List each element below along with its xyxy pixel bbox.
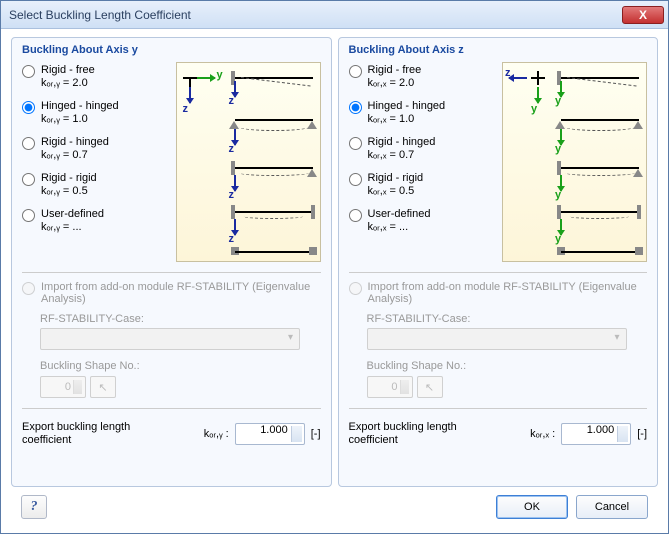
export-label: Export buckling length coefficient — [22, 421, 152, 447]
pick-icon: ↖ — [98, 381, 107, 394]
options-row-z: Rigid - freekₒᵣ,ₓ = 2.0 Hinged - hingedk… — [349, 62, 648, 262]
options-row-y: Rigid - freekₒᵣ,ᵧ = 2.0 Hinged - hingedk… — [22, 62, 321, 262]
shape-row-y: 0 ↖ — [40, 376, 321, 398]
dialog-footer: ? OK Cancel — [11, 487, 658, 527]
export-coef-input-z[interactable]: 1.000 — [561, 423, 631, 445]
diagram-z: z y y y — [502, 62, 647, 262]
dialog-window: Select Buckling Length Coefficient X Buc… — [0, 0, 669, 534]
panel-axis-y: Buckling About Axis y Rigid - freekₒᵣ,ᵧ … — [11, 37, 332, 487]
unit-label: [-] — [311, 428, 321, 440]
section-icon — [531, 77, 545, 79]
buckling-shape-stepper: 0 — [40, 376, 86, 398]
help-button[interactable]: ? — [21, 495, 47, 519]
help-icon: ? — [31, 499, 38, 515]
radio-y-user-defined[interactable]: User-definedkₒᵣ,ᵧ = ... — [22, 208, 170, 234]
export-row-y: Export buckling length coefficient kₒᵣ,ᵧ… — [22, 421, 321, 447]
axis-y-label: y — [531, 103, 537, 115]
stability-case-select — [367, 328, 627, 350]
panels-row: Buckling About Axis y Rigid - freekₒᵣ,ᵧ … — [11, 37, 658, 487]
radio-y-import-stability: Import from add-on module RF-STABILITY (… — [22, 281, 321, 305]
buckling-shape-stepper: 0 — [367, 376, 413, 398]
diagram-y: y z z z — [176, 62, 321, 262]
axis-z-label: z — [183, 103, 189, 115]
axis-z-arrow-icon — [189, 87, 191, 103]
buckling-shape-label: Buckling Shape No.: — [367, 360, 648, 372]
export-row-z: Export buckling length coefficient kₒᵣ,ₓ… — [349, 421, 648, 447]
close-button[interactable]: X — [622, 6, 664, 24]
axis-z-arrow-icon — [509, 77, 527, 79]
radio-y-rigid-free[interactable]: Rigid - freekₒᵣ,ᵧ = 2.0 — [22, 64, 170, 90]
pick-icon: ↖ — [425, 381, 434, 394]
radio-z-rigid-hinged[interactable]: Rigid - hingedkₒᵣ,ₓ = 0.7 — [349, 136, 497, 162]
coef-label: kₒᵣ,ₓ : — [530, 428, 555, 440]
panel-title-y: Buckling About Axis y — [22, 44, 321, 56]
ok-button[interactable]: OK — [496, 495, 568, 519]
divider — [22, 408, 321, 409]
axis-y-arrow-icon — [537, 87, 539, 103]
axis-z-label: z — [505, 67, 511, 79]
pick-shape-button: ↖ — [90, 376, 116, 398]
export-label: Export buckling length coefficient — [349, 421, 479, 447]
radio-z-user-defined[interactable]: User-definedkₒᵣ,ₓ = ... — [349, 208, 497, 234]
pick-shape-button: ↖ — [417, 376, 443, 398]
window-title: Select Buckling Length Coefficient — [9, 8, 622, 22]
export-coef-input-y[interactable]: 1.000 — [235, 423, 305, 445]
radio-y-rigid-hinged[interactable]: Rigid - hingedkₒᵣ,ᵧ = 0.7 — [22, 136, 170, 162]
stability-case-select — [40, 328, 300, 350]
dialog-body: Buckling About Axis y Rigid - freekₒᵣ,ᵧ … — [1, 29, 668, 533]
radio-group-z: Rigid - freekₒᵣ,ₓ = 2.0 Hinged - hingedk… — [349, 62, 497, 262]
axis-y-arrow-icon — [197, 77, 215, 79]
axis-y-label: y — [217, 69, 223, 81]
titlebar: Select Buckling Length Coefficient X — [1, 1, 668, 29]
panel-axis-z: Buckling About Axis z Rigid - freekₒᵣ,ₓ … — [338, 37, 659, 487]
divider — [349, 272, 648, 273]
cancel-button[interactable]: Cancel — [576, 495, 648, 519]
radio-z-rigid-free[interactable]: Rigid - freekₒᵣ,ₓ = 2.0 — [349, 64, 497, 90]
stability-case-label: RF-STABILITY-Case: — [367, 313, 648, 325]
buckling-shape-label: Buckling Shape No.: — [40, 360, 321, 372]
stability-case-label: RF-STABILITY-Case: — [40, 313, 321, 325]
radio-group-y: Rigid - freekₒᵣ,ᵧ = 2.0 Hinged - hingedk… — [22, 62, 170, 262]
radio-y-rigid-rigid[interactable]: Rigid - rigidkₒᵣ,ᵧ = 0.5 — [22, 172, 170, 198]
divider — [349, 408, 648, 409]
unit-label: [-] — [637, 428, 647, 440]
radio-z-rigid-rigid[interactable]: Rigid - rigidkₒᵣ,ₓ = 0.5 — [349, 172, 497, 198]
close-icon: X — [639, 8, 647, 22]
divider — [22, 272, 321, 273]
radio-y-hinged-hinged[interactable]: Hinged - hingedkₒᵣ,ᵧ = 1.0 — [22, 100, 170, 126]
panel-title-z: Buckling About Axis z — [349, 44, 648, 56]
import-block-z: Import from add-on module RF-STABILITY (… — [349, 281, 648, 398]
radio-z-hinged-hinged[interactable]: Hinged - hingedkₒᵣ,ₓ = 1.0 — [349, 100, 497, 126]
radio-z-import-stability: Import from add-on module RF-STABILITY (… — [349, 281, 648, 305]
import-block-y: Import from add-on module RF-STABILITY (… — [22, 281, 321, 398]
shape-row-z: 0 ↖ — [367, 376, 648, 398]
coef-label: kₒᵣ,ᵧ : — [204, 428, 229, 440]
